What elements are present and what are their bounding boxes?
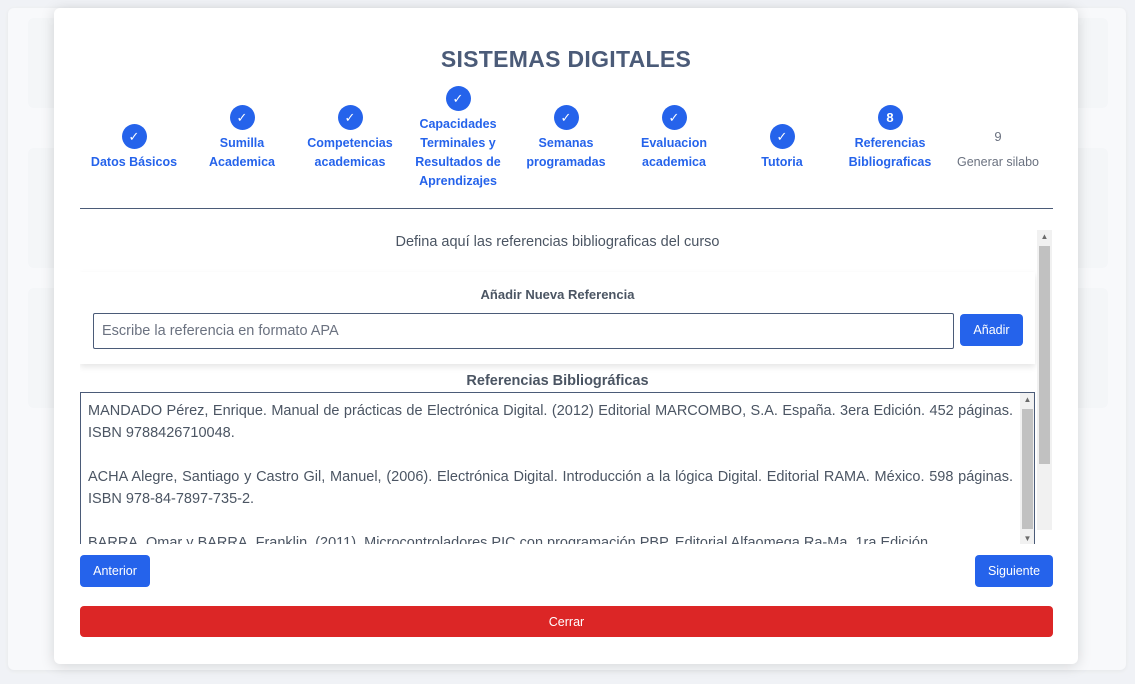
reference-item: BARRA, Omar y BARRA, Franklin. (2011). M…: [88, 535, 933, 544]
step-number-badge: 8: [877, 105, 903, 130]
add-reference-card: Añadir Nueva Referencia Añadir: [80, 272, 1035, 364]
step-content: Defina aquí las referencias bibliografic…: [80, 230, 1050, 544]
check-icon: ✓: [769, 124, 795, 149]
step-sumilla-academica[interactable]: ✓ Sumilla Academica: [188, 105, 296, 172]
step-number-badge: 9: [994, 129, 1002, 144]
reference-input[interactable]: [93, 313, 954, 349]
check-icon: ✓: [229, 105, 255, 130]
add-reference-title: Añadir Nueva Referencia: [480, 287, 635, 302]
check-icon: ✓: [553, 105, 579, 130]
step-label: Sumilla Academica: [208, 136, 275, 169]
scroll-down-icon[interactable]: ▼: [1020, 532, 1034, 544]
modal-title: SISTEMAS DIGITALES: [440, 46, 692, 72]
step-instructions: Defina aquí las referencias bibliografic…: [395, 234, 720, 250]
step-semanas-programadas[interactable]: ✓ Semanas programadas: [512, 105, 620, 172]
references-title: Referencias Bibliográficas: [466, 373, 649, 389]
step-label: Generar silabo: [957, 155, 1039, 169]
reference-item: ACHA Alegre, Santiago y Castro Gil, Manu…: [88, 469, 1013, 507]
scrollbar-thumb[interactable]: [1039, 246, 1050, 464]
step-label: Datos Básicos: [90, 155, 178, 169]
step-label: Competencias academicas: [307, 136, 393, 169]
references-textarea[interactable]: MANDADO Pérez, Enrique. Manual de prácti…: [80, 392, 1035, 544]
scroll-up-icon[interactable]: ▲: [1020, 393, 1034, 407]
next-button[interactable]: Siguiente: [975, 555, 1053, 587]
close-button[interactable]: Cerrar: [80, 606, 1053, 637]
step-evaluacion-academica[interactable]: ✓ Evaluacion academica: [620, 105, 728, 172]
step-label: Semanas programadas: [526, 136, 606, 169]
step-competencias-academicas[interactable]: ✓ Competencias academicas: [296, 105, 404, 172]
step-label: Tutoria: [761, 155, 803, 169]
previous-button[interactable]: Anterior: [80, 555, 150, 587]
references-scrollbar[interactable]: ▲ ▼: [1020, 393, 1034, 544]
add-reference-button[interactable]: Añadir: [960, 314, 1023, 346]
step-label: Capacidades Terminales y Resultados de A…: [415, 117, 501, 188]
references-list: MANDADO Pérez, Enrique. Manual de prácti…: [88, 400, 1013, 544]
check-icon: ✓: [445, 86, 471, 111]
content-scrollbar[interactable]: ▲: [1037, 230, 1052, 530]
step-datos-basicos[interactable]: ✓ Datos Básicos: [80, 124, 188, 172]
stepper-divider: [80, 208, 1053, 209]
step-label: Referencias Bibliograficas: [848, 136, 932, 169]
scroll-up-icon[interactable]: ▲: [1037, 230, 1052, 244]
step-tutoria[interactable]: ✓ Tutoria: [728, 124, 836, 172]
scrollbar-thumb[interactable]: [1022, 409, 1033, 529]
step-generar-silabo[interactable]: 9 Generar silabo: [944, 124, 1052, 172]
check-icon: ✓: [337, 105, 363, 130]
check-icon: ✓: [661, 105, 687, 130]
reference-item: MANDADO Pérez, Enrique. Manual de prácti…: [88, 403, 1013, 441]
wizard-stepper: ✓ Datos Básicos ✓ Sumilla Academica ✓ Co…: [80, 86, 1060, 206]
step-referencias-bibliograficas[interactable]: 8 Referencias Bibliograficas: [836, 105, 944, 172]
step-label: Evaluacion academica: [641, 136, 707, 169]
step-capacidades-terminales[interactable]: ✓ Capacidades Terminales y Resultados de…: [404, 86, 512, 191]
syllabus-wizard-modal: SISTEMAS DIGITALES ✓ Datos Básicos ✓ Sum…: [54, 8, 1078, 664]
check-icon: ✓: [121, 124, 147, 149]
